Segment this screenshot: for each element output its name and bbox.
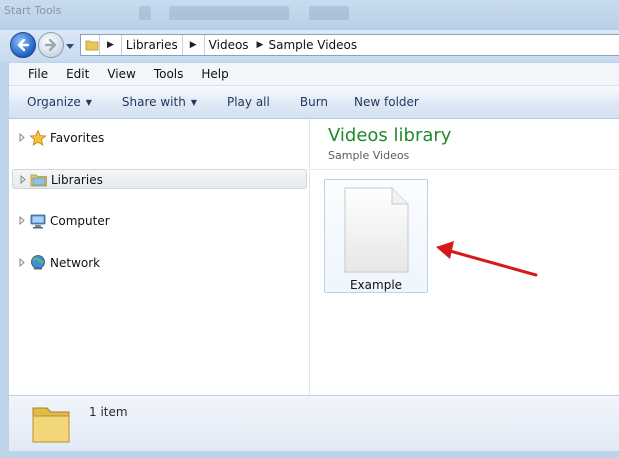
chevron-right-icon: ▶: [107, 40, 114, 50]
details-pane: 1 item: [9, 395, 619, 451]
library-title: Videos library: [328, 125, 452, 146]
new-folder-label: New folder: [354, 95, 419, 109]
nav-item-network[interactable]: Network: [9, 253, 307, 273]
chevron-down-icon: ▼: [85, 97, 92, 107]
nav-label-libraries: Libraries: [51, 173, 103, 187]
recent-pages-dropdown-icon[interactable]: [65, 41, 75, 51]
computer-icon: [30, 214, 46, 229]
expand-arrow-icon[interactable]: [19, 216, 25, 225]
chevron-right-icon[interactable]: ▶: [257, 40, 264, 50]
menu-file[interactable]: File: [28, 67, 48, 81]
item-count: 1 item: [89, 405, 128, 419]
breadcrumb-separator[interactable]: ▶: [181, 35, 205, 55]
forward-button[interactable]: [38, 32, 64, 58]
file-name: Example: [349, 278, 403, 292]
libraries-folder-icon: [85, 40, 99, 51]
nav-label-network: Network: [50, 256, 101, 270]
title-bar-controls: [139, 0, 619, 30]
file-item[interactable]: Example: [324, 179, 428, 293]
window-title: Start Tools: [4, 4, 62, 17]
star-icon: [29, 129, 47, 146]
menu-help[interactable]: Help: [201, 67, 228, 81]
breadcrumb-sample-videos[interactable]: Sample Videos: [268, 38, 357, 52]
nav-label-computer: Computer: [50, 214, 110, 228]
share-with-label: Share with: [121, 95, 186, 109]
menu-tools[interactable]: Tools: [154, 67, 184, 81]
nav-item-libraries[interactable]: Libraries: [12, 169, 307, 189]
menu-bar: File Edit View Tools Help: [9, 63, 619, 86]
expand-arrow-icon[interactable]: [19, 133, 25, 142]
annotation-arrow-icon: [436, 241, 538, 277]
burn-label: Burn: [299, 95, 329, 109]
nav-label-favorites: Favorites: [50, 131, 105, 145]
forward-arrow-icon: [44, 38, 57, 52]
explorer-window: Start Tools ▶ Libraries ▶ Videos ▶ Sampl…: [0, 0, 619, 458]
menu-edit[interactable]: Edit: [66, 67, 89, 81]
folder-icon: [32, 407, 70, 443]
chevron-right-icon: ▶: [189, 40, 197, 50]
burn-button[interactable]: Burn: [300, 95, 328, 109]
library-subtitle: Sample Videos: [328, 149, 410, 162]
play-all-button[interactable]: Play all: [227, 95, 270, 109]
navigation-bar: ▶ Libraries ▶ Videos ▶ Sample Videos: [0, 30, 619, 62]
network-icon: [31, 255, 45, 270]
address-bar[interactable]: ▶ Libraries ▶ Videos ▶ Sample Videos: [80, 34, 619, 56]
chevron-down-icon: ▼: [190, 97, 197, 107]
menu-view[interactable]: View: [107, 67, 135, 81]
expand-arrow-icon[interactable]: [20, 175, 26, 184]
organize-button[interactable]: Organize ▼: [27, 95, 92, 109]
back-arrow-icon: [17, 38, 30, 52]
back-button[interactable]: [10, 32, 36, 58]
expand-arrow-icon[interactable]: [19, 258, 25, 267]
organize-label: Organize: [27, 95, 81, 109]
share-with-button[interactable]: Share with ▼: [122, 95, 197, 109]
play-all-label: Play all: [226, 95, 270, 109]
libraries-icon: [30, 174, 47, 187]
breadcrumb-videos[interactable]: Videos: [209, 38, 249, 52]
library-header-divider: [310, 169, 619, 170]
breadcrumb-separator[interactable]: ▶: [99, 35, 122, 55]
new-folder-button[interactable]: New folder: [354, 95, 419, 109]
title-bar: Start Tools: [0, 0, 619, 30]
breadcrumb-libraries[interactable]: Libraries: [126, 38, 178, 52]
nav-item-computer[interactable]: Computer: [9, 211, 307, 231]
command-bar: Organize ▼ Share with ▼ Play all Burn Ne…: [9, 86, 619, 119]
navigation-pane: Favorites Libraries Computer Network: [9, 119, 310, 395]
blank-file-icon: [344, 187, 409, 273]
nav-item-favorites[interactable]: Favorites: [9, 128, 307, 148]
